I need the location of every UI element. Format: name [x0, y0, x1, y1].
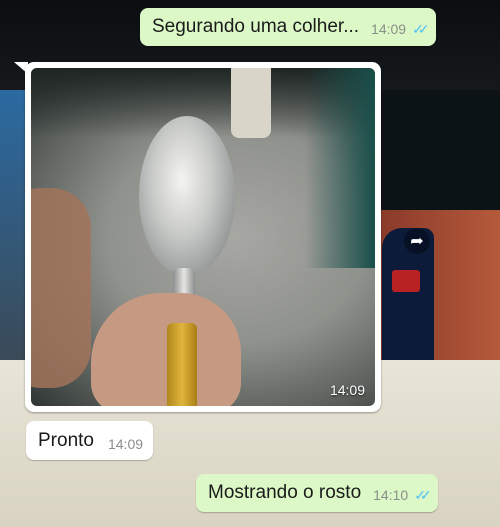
background-left: [0, 90, 28, 360]
message-meta: 14:10 ✓✓: [373, 487, 432, 503]
message-text: Segurando uma colher...: [152, 16, 360, 37]
spoon-bowl: [139, 116, 235, 276]
message-outgoing-1[interactable]: Segurando uma colher... 14:09 ✓✓: [140, 8, 436, 46]
background-door: [385, 95, 500, 210]
message-text: Pronto: [38, 430, 94, 451]
message-incoming-image[interactable]: 14:09: [25, 62, 381, 412]
double-check-icon: ✓✓: [412, 21, 430, 37]
spoon-handle: [167, 323, 197, 406]
message-outgoing-2[interactable]: Mostrando o rosto 14:10 ✓✓: [196, 474, 438, 512]
message-meta: 14:09 ✓✓: [371, 21, 430, 37]
image-time: 14:09: [329, 382, 365, 398]
message-incoming-text[interactable]: Pronto 14:09: [26, 421, 154, 460]
message-time: 14:09: [371, 21, 407, 37]
photo-hand: [91, 293, 241, 406]
photo-right-shade: [305, 68, 375, 268]
forward-arrow-icon[interactable]: ➦: [404, 228, 430, 254]
photo[interactable]: 14:09: [31, 68, 375, 406]
photo-pipe: [231, 68, 271, 138]
message-text: Mostrando o rosto: [208, 482, 362, 503]
message-time: 14:10: [373, 487, 409, 503]
background-logo: [392, 270, 420, 292]
message-time: 14:09: [107, 436, 144, 452]
photo-knee: [31, 188, 91, 388]
double-check-icon: ✓✓: [414, 487, 432, 503]
